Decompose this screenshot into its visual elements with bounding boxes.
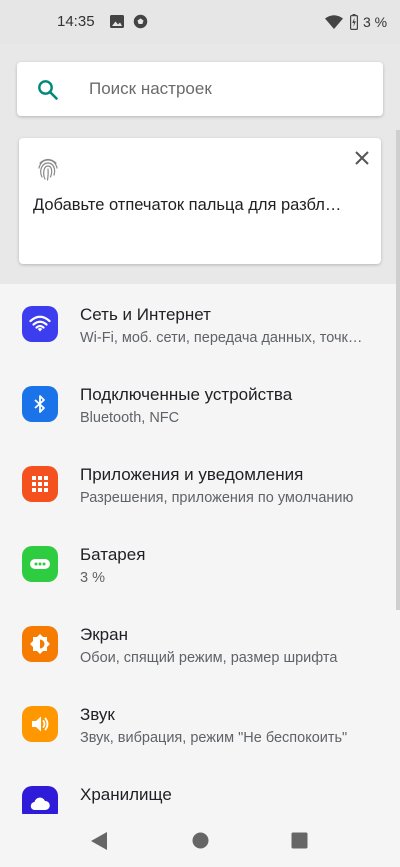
search-bar[interactable] — [17, 62, 383, 116]
battery-icon — [22, 546, 58, 582]
setting-summary: Разрешения, приложения по умолчанию — [80, 490, 354, 506]
setting-title: Подключенные устройства — [80, 385, 293, 404]
setting-summary: Звук, вибрация, режим "Не беспокоить" — [80, 730, 348, 746]
fingerprint-icon — [38, 158, 58, 181]
wifi-icon — [22, 306, 58, 342]
bluetooth-icon — [22, 386, 58, 422]
setting-title: Сеть и Интернет — [80, 305, 211, 324]
image-notification-icon — [110, 15, 124, 28]
brightness-icon — [22, 626, 58, 662]
battery-percentage: 3 % — [363, 14, 388, 30]
home-icon[interactable] — [192, 832, 209, 849]
close-icon[interactable] — [353, 149, 371, 167]
volume-icon — [22, 706, 58, 742]
setting-title: Батарея — [80, 545, 146, 564]
setting-display[interactable]: Экран Обои, спящий режим, размер шрифта — [0, 604, 396, 684]
setting-summary: Обои, спящий режим, размер шрифта — [80, 650, 338, 666]
setting-sound[interactable]: Звук Звук, вибрация, режим "Не беспокоит… — [0, 684, 396, 764]
apps-icon — [22, 466, 58, 502]
suggestion-text: Добавьте отпечаток пальца для разбл… — [33, 196, 342, 214]
soccer-ball-icon — [133, 14, 148, 29]
battery-charging-icon — [350, 14, 358, 30]
back-icon[interactable] — [90, 831, 108, 851]
search-input[interactable] — [89, 62, 369, 116]
setting-summary: 3 % — [80, 570, 105, 586]
setting-apps-notifications[interactable]: Приложения и уведомления Разрешения, при… — [0, 444, 396, 524]
wifi-signal-icon — [325, 15, 343, 29]
status-bar: 14:35 3 % — [0, 0, 400, 44]
setting-title: Хранилище — [80, 785, 172, 804]
setting-title: Экран — [80, 625, 128, 644]
setting-battery[interactable]: Батарея 3 % — [0, 524, 396, 604]
setting-title: Звук — [80, 705, 115, 724]
navigation-bar — [0, 814, 400, 867]
search-icon — [38, 80, 58, 100]
setting-network-internet[interactable]: Сеть и Интернет Wi-Fi, моб. сети, переда… — [0, 284, 396, 364]
setting-connected-devices[interactable]: Подключенные устройства Bluetooth, NFC — [0, 364, 396, 444]
fingerprint-suggestion-card[interactable]: Добавьте отпечаток пальца для разбл… — [19, 138, 381, 264]
recents-icon[interactable] — [291, 832, 308, 849]
setting-title: Приложения и уведомления — [80, 465, 304, 484]
setting-summary: Bluetooth, NFC — [80, 410, 180, 426]
status-time: 14:35 — [57, 13, 95, 30]
setting-summary: Wi-Fi, моб. сети, передача данных, точк… — [80, 330, 363, 346]
scrollbar[interactable] — [396, 130, 400, 610]
